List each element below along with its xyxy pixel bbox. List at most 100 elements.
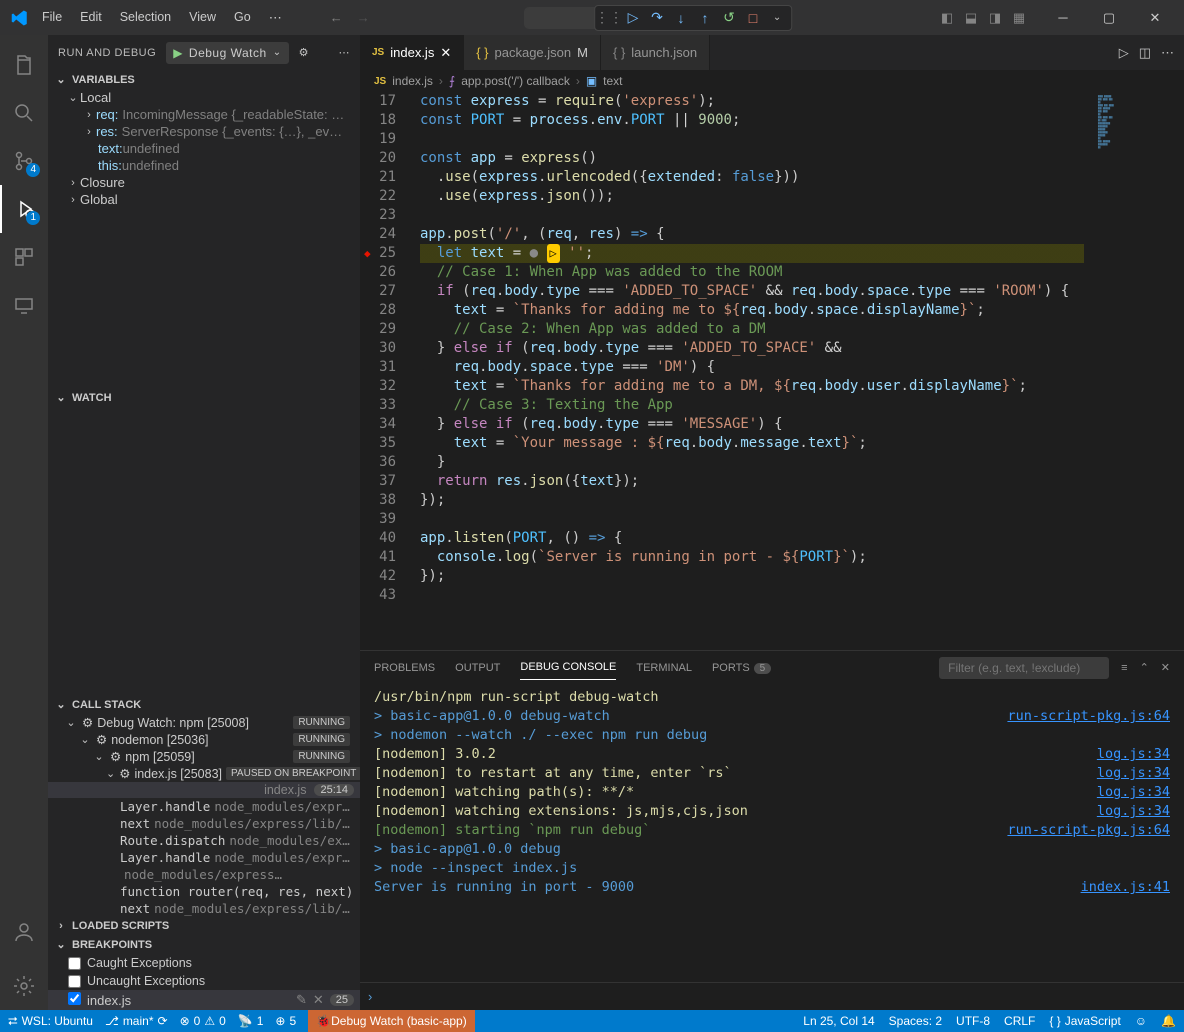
section-breakpoints-header[interactable]: ⌄BREAKPOINTS	[48, 935, 360, 954]
panel-tab-ports[interactable]: PORTS5	[712, 656, 771, 680]
restart-button[interactable]: ↺	[719, 8, 739, 28]
section-callstack-header[interactable]: ⌄CALL STACK	[48, 695, 360, 714]
panel-tab-output[interactable]: OUTPUT	[455, 656, 500, 680]
status-feedback-icon[interactable]: ☺	[1135, 1014, 1147, 1028]
activity-remote-icon[interactable]	[0, 281, 48, 329]
status-radio[interactable]: 📡 1	[238, 1014, 264, 1028]
menu-file[interactable]: File	[34, 6, 70, 30]
tab-more-icon[interactable]: ⋯	[1161, 45, 1174, 61]
panel-close-icon[interactable]: ✕	[1161, 661, 1170, 674]
stack-frame[interactable]: function router(req, res, next) {.pr	[48, 883, 360, 900]
status-problems[interactable]: ⊗ 0 ⚠ 0	[180, 1014, 226, 1028]
step-over-button[interactable]: ↷	[647, 8, 667, 28]
close-icon[interactable]: ✕	[440, 45, 451, 61]
bp-uncaught-checkbox[interactable]	[68, 975, 81, 988]
stack-frame[interactable]: next node_modules/express/lib/rout…	[48, 900, 360, 917]
tab-launch-json[interactable]: { }launch.json	[601, 35, 710, 70]
toggle-panel-right-icon[interactable]: ◨	[986, 9, 1004, 27]
edit-icon[interactable]: ✎	[296, 992, 307, 1008]
stack-frame[interactable]: index.js25:14	[48, 782, 360, 798]
console-filter-input[interactable]	[939, 657, 1109, 679]
remove-icon[interactable]: ✕	[313, 992, 324, 1008]
status-debug-session[interactable]: 🐞 Debug Watch (basic-app)	[308, 1010, 475, 1032]
stack-frame[interactable]: Layer.handle node_modules/expres…	[48, 849, 360, 866]
bp-caught[interactable]: Caught Exceptions	[48, 954, 360, 972]
menu-view[interactable]: View	[181, 6, 224, 30]
split-editor-icon[interactable]: ◫	[1139, 45, 1151, 61]
step-into-button[interactable]: ↓	[671, 8, 691, 28]
step-out-button[interactable]: ↑	[695, 8, 715, 28]
bp-caught-checkbox[interactable]	[68, 957, 81, 970]
scope-closure[interactable]: ›Closure	[48, 174, 360, 191]
status-bell-icon[interactable]: 🔔	[1161, 1014, 1176, 1028]
var-this[interactable]: this: undefined	[48, 157, 360, 174]
customize-layout-icon[interactable]: ▦	[1010, 9, 1028, 27]
tab-index-js[interactable]: JSindex.js✕	[360, 35, 464, 70]
panel-tab-debug-console[interactable]: DEBUG CONSOLE	[520, 655, 616, 680]
section-watch-header[interactable]: ⌄WATCH	[48, 388, 360, 407]
minimap[interactable]: ████ █████████ ████ █████████ ███ ████ █…	[1094, 92, 1184, 292]
drag-handle-icon[interactable]: ⋮⋮	[599, 8, 619, 28]
more-icon[interactable]: ⋯	[339, 46, 351, 59]
activity-extensions-icon[interactable]	[0, 233, 48, 281]
activity-account-icon[interactable]	[0, 908, 48, 956]
run-tab-icon[interactable]: ▷	[1119, 45, 1129, 61]
menu-selection[interactable]: Selection	[112, 6, 179, 30]
nav-back-icon[interactable]: ←	[330, 10, 343, 25]
stack-frame[interactable]: node_modules/express…	[48, 866, 360, 883]
toggle-panel-left-icon[interactable]: ◧	[938, 9, 956, 27]
window-minimize-button[interactable]: ─	[1040, 0, 1086, 35]
activity-settings-icon[interactable]	[0, 962, 48, 1010]
menu-edit[interactable]: Edit	[72, 6, 110, 30]
var-req[interactable]: ›req: IncomingMessage {_readableState: …	[48, 106, 360, 123]
activity-search-icon[interactable]	[0, 89, 48, 137]
stack-npm[interactable]: ⌄⚙ npm [25059]RUNNING	[48, 748, 360, 765]
debug-config-dropdown[interactable]: ▶ Debug Watch ⌄	[166, 42, 288, 64]
section-variables-header[interactable]: ⌄VARIABLES	[48, 70, 360, 89]
panel-tab-problems[interactable]: PROBLEMS	[374, 656, 435, 680]
status-remote[interactable]: ⮂ WSL: Ubuntu	[8, 1014, 93, 1029]
debug-toolbar-chevron-icon[interactable]: ⌄	[767, 8, 787, 28]
var-text[interactable]: text: undefined	[48, 140, 360, 157]
stop-button[interactable]: □	[743, 8, 763, 28]
status-eol[interactable]: CRLF	[1004, 1014, 1035, 1028]
status-branch[interactable]: ⎇ main*⟳	[105, 1014, 168, 1028]
window-close-button[interactable]: ✕	[1132, 0, 1178, 35]
activity-scm-icon[interactable]: 4	[0, 137, 48, 185]
gear-icon[interactable]: ⚙	[299, 46, 309, 59]
status-spaces[interactable]: Spaces: 2	[889, 1014, 942, 1028]
activity-explorer-icon[interactable]	[0, 41, 48, 89]
scope-global[interactable]: ›Global	[48, 191, 360, 208]
panel-maximize-icon[interactable]: ⌃	[1140, 661, 1149, 674]
menu-go[interactable]: Go	[226, 6, 259, 30]
bp-file-row[interactable]: index.js ✎✕25	[48, 990, 360, 1010]
status-cursor[interactable]: Ln 25, Col 14	[803, 1014, 874, 1028]
stack-frame[interactable]: Route.dispatch node_modules/exp…	[48, 832, 360, 849]
status-encoding[interactable]: UTF-8	[956, 1014, 990, 1028]
continue-button[interactable]: ▷	[623, 8, 643, 28]
stack-root[interactable]: ⌄⚙ Debug Watch: npm [25008]RUNNING	[48, 714, 360, 731]
stack-frame[interactable]: next node_modules/express/lib/rout…	[48, 815, 360, 832]
panel-tab-terminal[interactable]: TERMINAL	[636, 656, 692, 680]
breadcrumb[interactable]: JSindex.js ›⨍app.post('/') callback ›▣te…	[360, 70, 1184, 92]
nav-forward-icon[interactable]: →	[357, 10, 370, 25]
stack-index[interactable]: ⌄⚙ index.js [25083]PAUSED ON BREAKPOINT	[48, 765, 360, 782]
toggle-panel-bottom-icon[interactable]: ⬓	[962, 9, 980, 27]
section-loaded-header[interactable]: ›LOADED SCRIPTS	[48, 917, 360, 935]
status-language[interactable]: { } JavaScript	[1049, 1014, 1120, 1028]
bp-file-checkbox[interactable]	[68, 992, 81, 1005]
debug-console-output[interactable]: /usr/bin/npm run-script debug-watchrun-s…	[360, 684, 1184, 982]
menu-overflow-icon[interactable]: ⋯	[261, 6, 290, 30]
scope-local[interactable]: ⌄Local	[48, 89, 360, 106]
activity-debug-icon[interactable]: 1	[0, 185, 48, 233]
tab-package-json[interactable]: { }package.jsonM	[464, 35, 601, 70]
bp-uncaught[interactable]: Uncaught Exceptions	[48, 972, 360, 990]
window-maximize-button[interactable]: ▢	[1086, 0, 1132, 35]
status-ports[interactable]: ⊕ 5	[275, 1014, 296, 1028]
stack-frame[interactable]: Layer.handle node_modules/expres…	[48, 798, 360, 815]
debug-console-repl[interactable]: ›	[360, 982, 1184, 1010]
stack-nodemon[interactable]: ⌄⚙ nodemon [25036]RUNNING	[48, 731, 360, 748]
console-settings-icon[interactable]: ≡	[1121, 662, 1127, 674]
var-res[interactable]: ›res: ServerResponse {_events: {…}, _ev…	[48, 123, 360, 140]
code-editor[interactable]: 1718192021222324◆25262728293031323334353…	[360, 92, 1184, 650]
